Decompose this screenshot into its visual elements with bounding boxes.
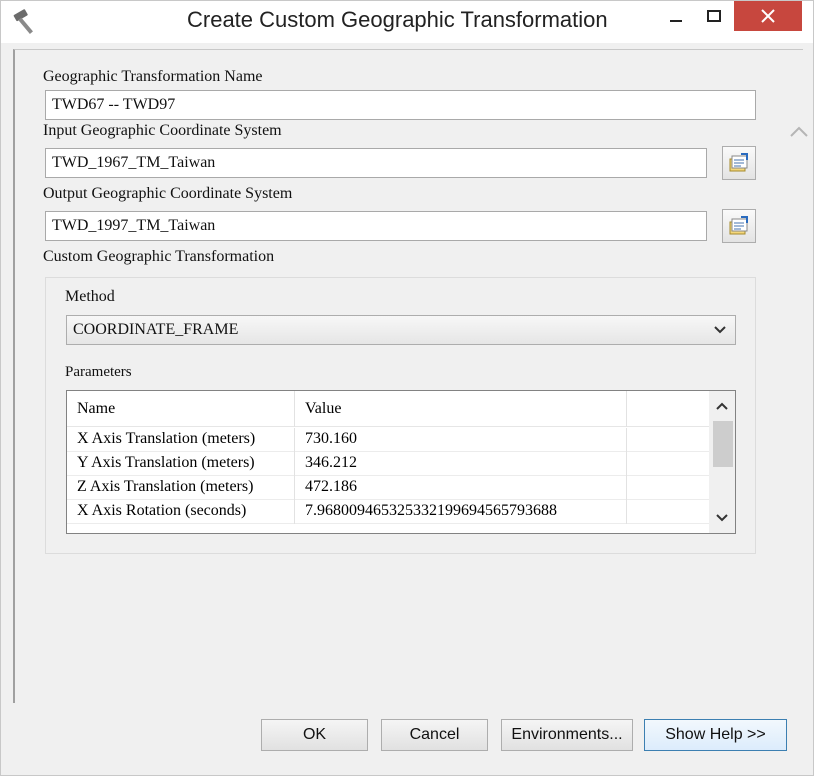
transformation-name-label: Geographic Transformation Name xyxy=(43,68,263,85)
parameters-grid[interactable]: Name Value X Axis Translation (meters) 7… xyxy=(66,390,736,534)
parameters-label: Parameters xyxy=(65,364,132,380)
chevron-down-icon xyxy=(714,326,726,334)
column-header-value[interactable]: Value xyxy=(295,391,627,427)
row-spacer xyxy=(627,428,709,452)
dialog-window: Create Custom Geographic Transformation … xyxy=(0,0,814,776)
grid-header: Name Value xyxy=(67,391,709,427)
param-value[interactable]: 730.160 xyxy=(295,428,627,452)
environments-button[interactable]: Environments... xyxy=(501,719,633,751)
param-name: X Axis Rotation (seconds) xyxy=(67,500,295,524)
show-help-button[interactable]: Show Help >> xyxy=(644,719,787,751)
window-title: Create Custom Geographic Transformation xyxy=(187,7,608,32)
input-gcs-browse-button[interactable] xyxy=(722,146,756,180)
table-row[interactable]: Z Axis Translation (meters) 472.186 xyxy=(67,476,709,500)
maximize-button[interactable] xyxy=(691,1,737,31)
method-value: COORDINATE_FRAME xyxy=(73,321,239,338)
maximize-icon xyxy=(707,10,721,22)
param-name: Y Axis Translation (meters) xyxy=(67,452,295,476)
output-gcs-browse-button[interactable] xyxy=(722,209,756,243)
row-spacer xyxy=(627,500,709,524)
method-label: Method xyxy=(65,288,115,305)
close-icon xyxy=(761,9,775,23)
row-spacer xyxy=(627,452,709,476)
table-row[interactable]: Y Axis Translation (meters) 346.212 xyxy=(67,452,709,476)
column-header-name[interactable]: Name xyxy=(67,391,295,427)
input-gcs-input[interactable] xyxy=(45,148,707,178)
properties-icon xyxy=(729,153,748,172)
title-bar[interactable]: Create Custom Geographic Transformation xyxy=(1,1,813,43)
param-value[interactable]: 346.212 xyxy=(295,452,627,476)
properties-icon xyxy=(729,216,748,235)
button-bar: OK Cancel Environments... Show Help >> xyxy=(1,705,813,775)
param-value[interactable]: 472.186 xyxy=(295,476,627,500)
transformation-name-input[interactable] xyxy=(45,90,756,120)
scrollbar-thumb[interactable] xyxy=(713,421,733,467)
column-header-blank xyxy=(627,391,709,427)
param-name: X Axis Translation (meters) xyxy=(67,428,295,452)
table-row[interactable]: X Axis Translation (meters) 730.160 xyxy=(67,428,709,452)
method-select[interactable]: COORDINATE_FRAME xyxy=(66,315,736,345)
cancel-button[interactable]: Cancel xyxy=(381,719,488,751)
grid-scrollbar[interactable] xyxy=(709,391,735,533)
close-button[interactable] xyxy=(734,1,802,31)
input-gcs-label: Input Geographic Coordinate System xyxy=(43,122,282,139)
tool-content: Geographic Transformation Name Input Geo… xyxy=(13,49,808,724)
output-gcs-input[interactable] xyxy=(45,211,707,241)
ok-button[interactable]: OK xyxy=(261,719,368,751)
param-value[interactable]: 7.96800946532533219969456579368​8 xyxy=(295,500,627,524)
minimize-icon xyxy=(670,20,682,22)
custom-transformation-group: Method COORDINATE_FRAME Parameters Name … xyxy=(45,277,756,554)
table-row[interactable]: X Axis Rotation (seconds) 7.968009465325… xyxy=(67,500,709,524)
custom-transformation-label: Custom Geographic Transformation xyxy=(43,248,275,265)
scroll-up-icon[interactable] xyxy=(715,399,729,413)
scroll-down-icon[interactable] xyxy=(715,511,729,525)
output-gcs-label: Output Geographic Coordinate System xyxy=(43,185,293,202)
hammer-icon xyxy=(13,9,33,34)
scroll-up-icon[interactable] xyxy=(788,124,810,140)
param-name: Z Axis Translation (meters) xyxy=(67,476,295,500)
row-spacer xyxy=(627,476,709,500)
